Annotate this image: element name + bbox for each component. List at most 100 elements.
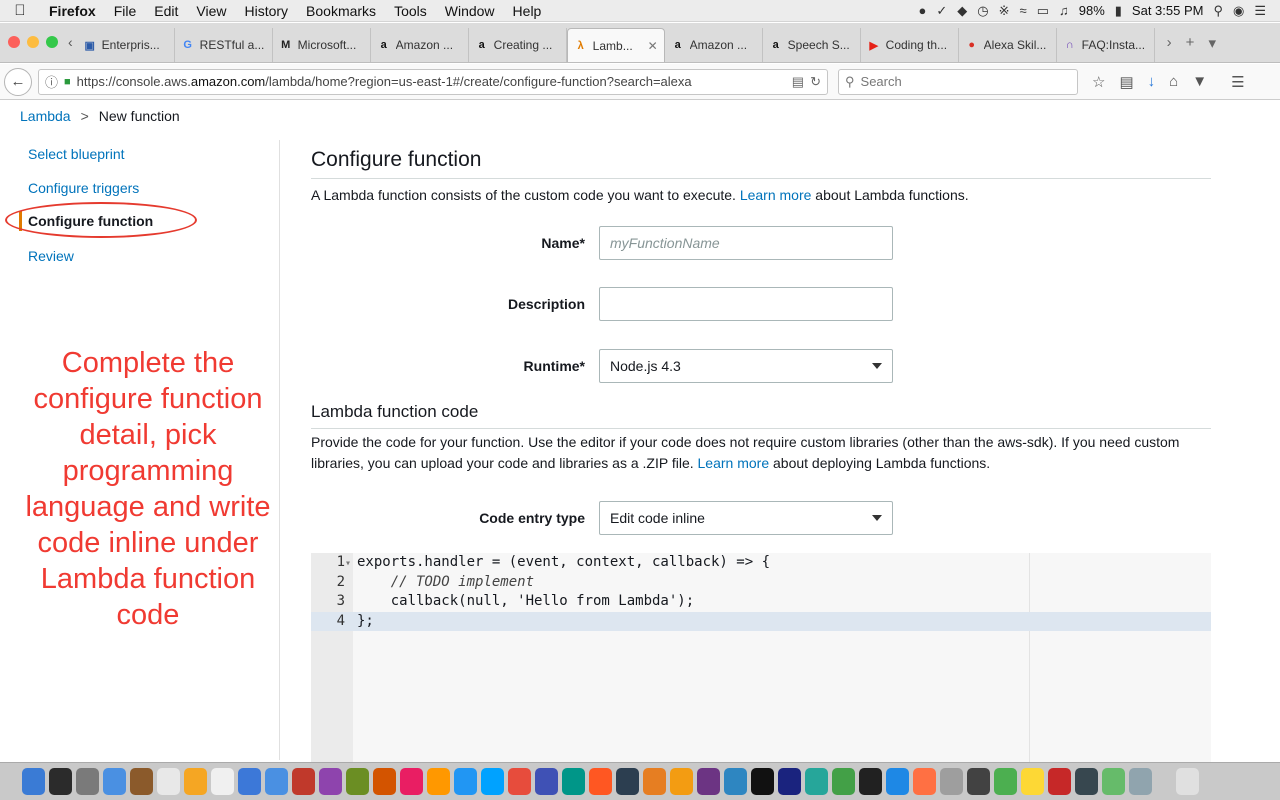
pocket-icon[interactable]: ▼ [1192,73,1207,91]
browser-tab[interactable]: ∩ FAQ:Insta... [1057,28,1155,62]
microphone-status-icon[interactable]: ● [919,3,927,18]
spotlight-search-icon[interactable]: ⚲ [1213,3,1223,19]
browser-tab[interactable]: G RESTful a... [175,28,273,62]
dock-app-icon[interactable] [778,768,801,795]
info-icon[interactable]: ⓘ [45,72,58,91]
battery-icon[interactable]: ▮ [1115,3,1122,19]
dock-app-icon[interactable] [697,768,720,795]
code-learn-more-link[interactable]: Learn more [698,455,770,471]
dock-app-icon[interactable] [1048,768,1071,795]
breadcrumb-lambda-link[interactable]: Lambda [20,108,71,124]
browser-tab[interactable]: a Amazon ... [371,28,469,62]
function-name-input[interactable]: myFunctionName [599,226,893,260]
dock-app-icon[interactable] [832,768,855,795]
zoom-window-button[interactable] [46,36,58,48]
menu-view[interactable]: View [187,3,235,19]
dock-app-icon[interactable] [994,768,1017,795]
step-select-blueprint[interactable]: Select blueprint [28,146,125,162]
tab-scroll-left-icon[interactable]: ‹ [68,34,77,62]
dock-app-icon[interactable] [346,768,369,795]
tab-scroll-right-icon[interactable]: › [1167,34,1172,52]
fold-arrow-icon[interactable]: ▾ [345,554,357,573]
minimize-window-button[interactable] [27,36,39,48]
menu-bookmarks[interactable]: Bookmarks [297,3,385,19]
notification-center-icon[interactable]: ☰ [1254,3,1266,19]
wifi-icon[interactable]: ≈ [1020,3,1027,18]
runtime-select[interactable]: Node.js 4.3 [599,349,893,383]
code-line[interactable]: 1▾ exports.handler = (event, context, cal… [311,553,1211,572]
dock-app-icon[interactable] [508,768,531,795]
inline-code-editor[interactable]: 1▾ exports.handler = (event, context, cal… [311,553,1211,763]
dock-app-icon[interactable] [616,768,639,795]
dock-app-icon[interactable] [805,768,828,795]
checkmark-status-icon[interactable]: ✓ [936,3,947,19]
reader-view-icon[interactable]: ▤ [792,74,804,90]
download-icon[interactable]: ↓ [1148,73,1156,91]
code-line[interactable]: 3 callback(null, 'Hello from Lambda'); [311,592,1211,611]
dock-app-icon[interactable] [76,768,99,795]
menu-tools[interactable]: Tools [385,3,436,19]
dock-app-icon[interactable] [292,768,315,795]
dock-app-icon[interactable] [1129,768,1152,795]
dock-app-icon[interactable] [427,768,450,795]
dock-app-icon[interactable] [22,768,45,795]
step-review[interactable]: Review [28,248,74,264]
dock-app-icon[interactable] [724,768,747,795]
dock-app-icon[interactable] [184,768,207,795]
dock-app-icon[interactable] [265,768,288,795]
close-window-button[interactable] [8,36,20,48]
clipboard-icon[interactable]: ▤ [1119,73,1133,91]
dock-app-icon[interactable] [535,768,558,795]
back-button[interactable]: ← [4,67,32,96]
dock-app-icon[interactable] [1021,768,1044,795]
menu-app-name[interactable]: Firefox [40,3,105,19]
code-entry-type-select[interactable]: Edit code inline [599,501,893,535]
browser-tab[interactable]: ▶ Coding th... [861,28,959,62]
dock-app-icon[interactable] [562,768,585,795]
dock-app-icon[interactable] [211,768,234,795]
menu-help[interactable]: Help [504,3,551,19]
code-line[interactable]: 2 // TODO implement [311,573,1211,592]
dock-app-icon[interactable] [751,768,774,795]
dock-app-icon[interactable] [967,768,990,795]
dock-app-icon[interactable] [103,768,126,795]
menu-edit[interactable]: Edit [145,3,187,19]
reload-icon[interactable]: ↻ [810,74,821,90]
browser-tab[interactable]: a Creating ... [469,28,567,62]
new-tab-icon[interactable]: + [1186,34,1195,52]
dock-app-icon[interactable] [373,768,396,795]
home-icon[interactable]: ⌂ [1169,73,1178,91]
trash-icon[interactable] [1176,768,1199,795]
dropbox-icon[interactable]: ◆ [957,3,967,19]
dock-app-icon[interactable] [319,768,342,795]
close-tab-icon[interactable]: ✕ [648,39,658,53]
volume-icon[interactable]: ♫ [1059,3,1069,18]
url-bar[interactable]: ⓘ ■ https://console.aws.amazon.com/lambd… [38,68,828,95]
dock-app-icon[interactable] [481,768,504,795]
menu-history[interactable]: History [235,3,297,19]
dock-app-icon[interactable] [454,768,477,795]
dock-app-icon[interactable] [1102,768,1125,795]
airplay-icon[interactable]: ▭ [1037,3,1049,19]
dock-app-icon[interactable] [130,768,153,795]
bluetooth-icon[interactable]: ※ [999,3,1010,19]
battery-percent[interactable]: 98% [1079,3,1105,18]
siri-icon[interactable]: ◉ [1233,3,1244,19]
browser-tab[interactable]: ● Alexa Skil... [959,28,1057,62]
code-line[interactable]: 4 }; [311,611,1211,631]
time-machine-icon[interactable]: ◷ [977,3,988,19]
dock-app-icon[interactable] [643,768,666,795]
learn-more-link[interactable]: Learn more [740,187,812,203]
url-text[interactable]: https://console.aws.amazon.com/lambda/ho… [77,74,786,89]
menu-window[interactable]: Window [436,3,504,19]
bookmark-star-icon[interactable]: ☆ [1092,73,1105,91]
apple-icon[interactable]:  [0,2,40,19]
dock-app-icon[interactable] [238,768,261,795]
browser-tab[interactable]: λ Lamb... ✕ [566,28,665,62]
dock-app-icon[interactable] [859,768,882,795]
dock-app-icon[interactable] [157,768,180,795]
dock-app-icon[interactable] [886,768,909,795]
dock-app-icon[interactable] [1075,768,1098,795]
browser-tab[interactable]: M Microsoft... [273,28,371,62]
dock-app-icon[interactable] [589,768,612,795]
